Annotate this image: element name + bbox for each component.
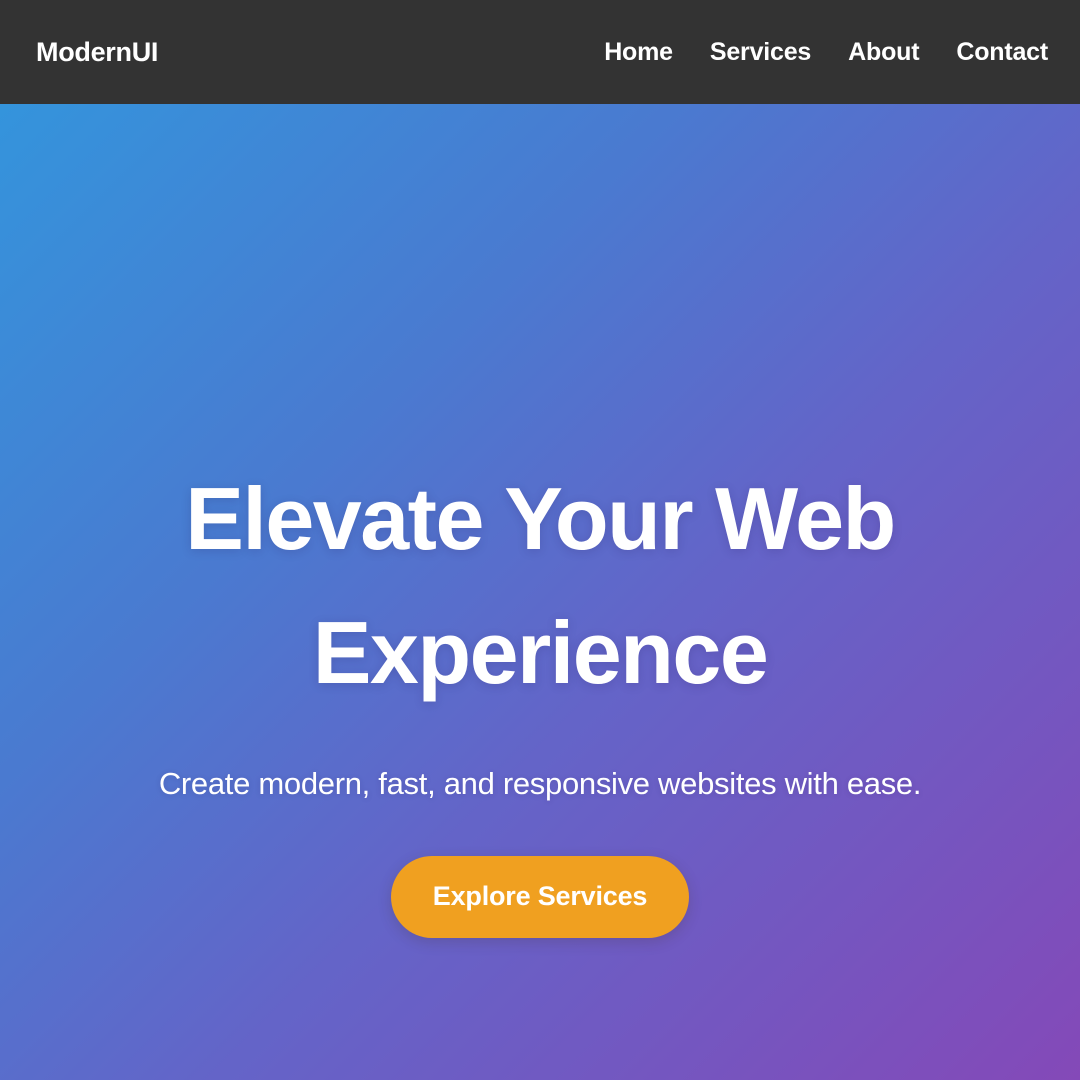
nav-item-home: Home [604, 38, 673, 66]
nav-list: Home Services About Contact [604, 38, 1048, 66]
hero-heading-line-1: Elevate Your Web [185, 469, 896, 568]
explore-services-button[interactable]: Explore Services [391, 855, 689, 938]
hero-heading: Elevate Your Web Experience [185, 452, 896, 720]
hero-heading-line-2: Experience [312, 602, 769, 702]
site-header: ModernUI Home Services About Contact [0, 0, 1080, 104]
brand-logo[interactable]: ModernUI [36, 38, 158, 66]
nav-link-services[interactable]: Services [710, 38, 811, 66]
landing-page: ModernUI Home Services About Contact Ele [0, 0, 1080, 1080]
hero-section: Elevate Your Web Experience Create modern… [0, 104, 1080, 1080]
primary-navigation: Home Services About Contact [604, 38, 1048, 66]
nav-link-home[interactable]: Home [604, 38, 673, 66]
nav-item-services: Services [710, 38, 811, 66]
nav-link-about[interactable]: About [848, 38, 919, 66]
nav-item-about: About [848, 38, 919, 66]
nav-link-contact[interactable]: Contact [956, 38, 1048, 66]
hero-content: Elevate Your Web Experience Create modern… [80, 452, 1000, 938]
hero-subheading: Create modern, fast, and responsive webs… [158, 765, 922, 801]
nav-item-contact: Contact [956, 38, 1048, 66]
